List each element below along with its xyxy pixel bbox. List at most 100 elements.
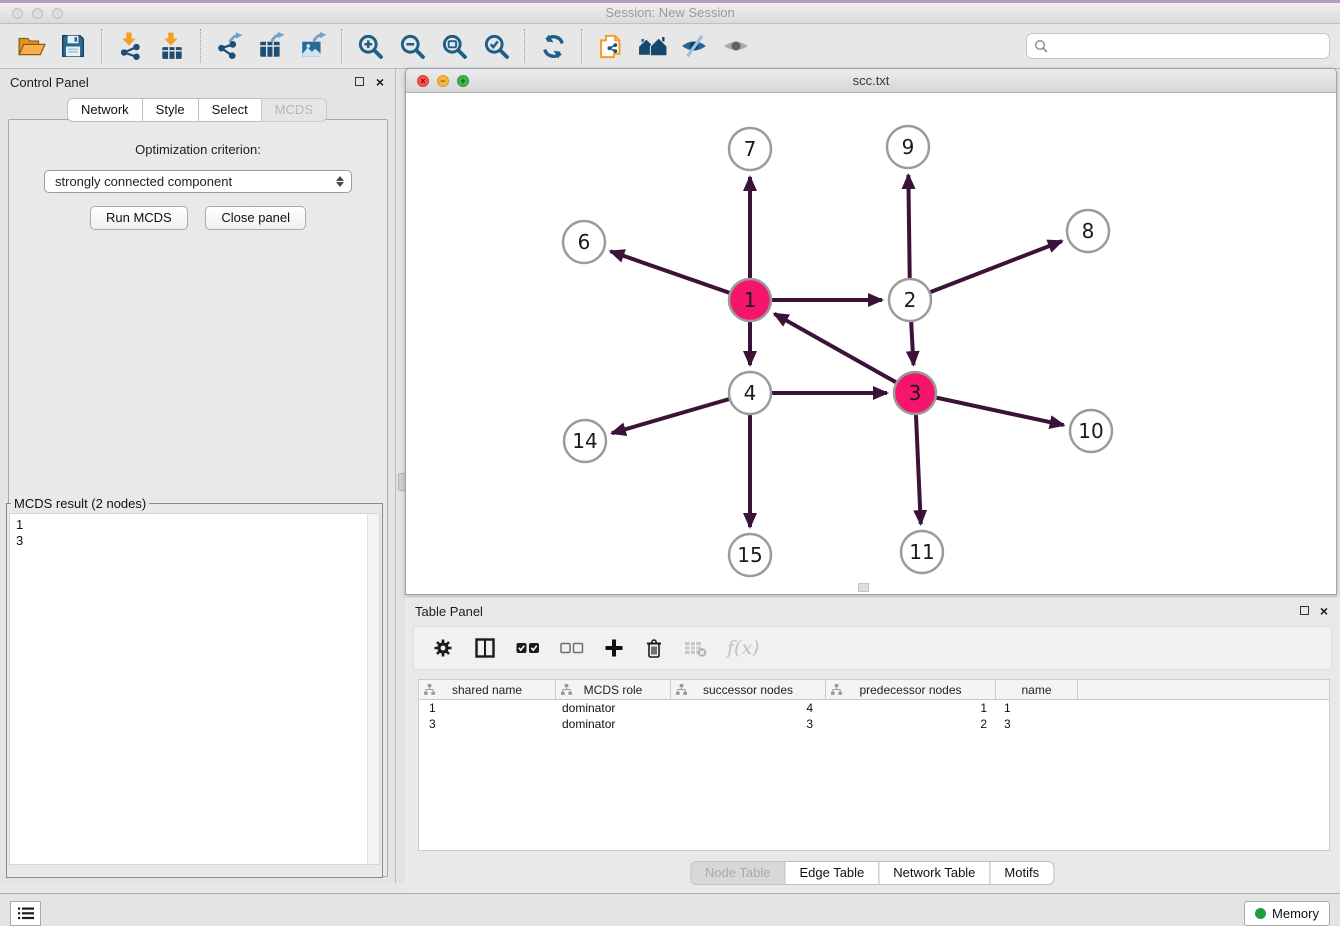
- tab-node-table[interactable]: Node Table: [690, 861, 786, 885]
- delete-table-icon: [684, 639, 707, 657]
- node-label: 6: [578, 230, 591, 254]
- graph-node-2[interactable]: 2: [889, 279, 931, 321]
- column-header-mcds-role[interactable]: MCDS role: [556, 680, 671, 699]
- export-network-icon: [215, 32, 243, 60]
- function-builder-button[interactable]: f(x): [727, 637, 760, 659]
- zoom-out-button[interactable]: [391, 27, 433, 65]
- graph-node-6[interactable]: 6: [563, 221, 605, 263]
- delete-column-button[interactable]: [644, 637, 664, 659]
- graph-node-4[interactable]: 4: [729, 372, 771, 414]
- table-cell[interactable]: 1: [996, 700, 1078, 716]
- search-input[interactable]: [1053, 38, 1322, 55]
- homes-icon: [637, 33, 668, 60]
- delete-table-button[interactable]: [684, 639, 707, 657]
- clone-network-button[interactable]: [589, 27, 631, 65]
- window-close-button[interactable]: [12, 8, 23, 19]
- column-header-name[interactable]: name: [996, 680, 1078, 699]
- table-cell[interactable]: dominator: [556, 716, 671, 732]
- table-row[interactable]: 3dominator323: [419, 716, 1329, 732]
- window-zoom-button[interactable]: [52, 8, 63, 19]
- graph-node-3[interactable]: 3: [894, 372, 936, 414]
- import-network-button[interactable]: [109, 27, 151, 65]
- select-all-button[interactable]: [516, 642, 540, 654]
- export-image-button[interactable]: [292, 27, 334, 65]
- graph-node-15[interactable]: 15: [729, 534, 771, 576]
- plus-icon: [604, 638, 624, 658]
- network-window-titlebar[interactable]: × − + scc.txt: [406, 69, 1336, 93]
- table-toolbar: f(x): [413, 626, 1332, 670]
- network-minimize-button[interactable]: −: [437, 75, 449, 87]
- open-folder-icon: [17, 33, 46, 59]
- table-cell[interactable]: 4: [671, 700, 826, 716]
- search-box[interactable]: [1026, 33, 1330, 59]
- column-header-shared-name[interactable]: shared name: [419, 680, 556, 699]
- graph-node-1[interactable]: 1: [729, 279, 771, 321]
- tab-edge-table[interactable]: Edge Table: [784, 861, 879, 885]
- graph-node-14[interactable]: 14: [564, 420, 606, 462]
- graph-node-11[interactable]: 11: [901, 531, 943, 573]
- tab-select[interactable]: Select: [198, 98, 262, 122]
- graph-node-9[interactable]: 9: [887, 126, 929, 168]
- run-mcds-button[interactable]: Run MCDS: [90, 206, 188, 230]
- zoom-fit-button[interactable]: [433, 27, 475, 65]
- graph-edge-2-8[interactable]: [910, 241, 1062, 300]
- network-canvas[interactable]: 7 9 6 8 1 2 4 3 14 10 15 11: [406, 93, 1336, 594]
- tab-style[interactable]: Style: [142, 98, 199, 122]
- column-header-predecessor-nodes[interactable]: predecessor nodes: [826, 680, 996, 699]
- window-title: Session: New Session: [605, 5, 734, 20]
- close-table-panel-icon[interactable]: ×: [1320, 602, 1328, 620]
- network-scrollbar-handle[interactable]: [858, 583, 869, 592]
- zoom-selected-button[interactable]: [475, 27, 517, 65]
- zoom-fit-icon: [441, 33, 468, 60]
- float-panel-icon[interactable]: [355, 77, 364, 86]
- float-table-panel-icon[interactable]: [1300, 606, 1309, 615]
- export-network-button[interactable]: [208, 27, 250, 65]
- tab-motifs[interactable]: Motifs: [989, 861, 1054, 885]
- graph-edge-3-1[interactable]: [774, 314, 915, 393]
- graph-node-10[interactable]: 10: [1070, 410, 1112, 452]
- table-cell[interactable]: 3: [671, 716, 826, 732]
- home-layout-button[interactable]: [631, 27, 673, 65]
- graph-node-8[interactable]: 8: [1067, 210, 1109, 252]
- window-list-button[interactable]: [10, 901, 41, 926]
- deselect-all-button[interactable]: [560, 642, 584, 654]
- tab-network-table[interactable]: Network Table: [878, 861, 990, 885]
- tab-mcds[interactable]: MCDS: [261, 98, 327, 122]
- open-file-button[interactable]: [10, 27, 52, 65]
- table-cell[interactable]: 1: [419, 700, 556, 716]
- close-panel-icon[interactable]: ×: [376, 73, 384, 91]
- table-cell[interactable]: 1: [826, 700, 996, 716]
- close-panel-button[interactable]: Close panel: [205, 206, 306, 230]
- graph-node-7[interactable]: 7: [729, 128, 771, 170]
- table-cell[interactable]: 3: [419, 716, 556, 732]
- gear-button[interactable]: [432, 637, 454, 659]
- window-minimize-button[interactable]: [32, 8, 43, 19]
- table-cell[interactable]: 3: [996, 716, 1078, 732]
- mcds-result-area[interactable]: 13: [9, 513, 380, 865]
- import-table-button[interactable]: [151, 27, 193, 65]
- show-columns-button[interactable]: [474, 637, 496, 659]
- graph-edge-3-10[interactable]: [915, 393, 1064, 425]
- export-table-button[interactable]: [250, 27, 292, 65]
- node-label: 15: [737, 543, 762, 567]
- toolbar-separator: [200, 29, 201, 63]
- add-column-button[interactable]: [604, 638, 624, 658]
- column-header-label: shared name: [452, 683, 522, 697]
- table-cell[interactable]: dominator: [556, 700, 671, 716]
- save-session-button[interactable]: [52, 27, 94, 65]
- memory-button[interactable]: Memory: [1244, 901, 1330, 926]
- select-stepper-icon: [333, 176, 347, 187]
- show-all-button[interactable]: [715, 27, 757, 65]
- refresh-view-button[interactable]: [532, 27, 574, 65]
- criterion-select[interactable]: strongly connected component: [44, 170, 352, 193]
- network-close-button[interactable]: ×: [417, 75, 429, 87]
- tab-network[interactable]: Network: [67, 98, 143, 122]
- result-scrollbar[interactable]: [367, 514, 379, 864]
- control-panel-title: Control Panel: [10, 75, 89, 90]
- column-header-successor-nodes[interactable]: successor nodes: [671, 680, 826, 699]
- table-cell[interactable]: 2: [826, 716, 996, 732]
- table-row[interactable]: 1dominator411: [419, 700, 1329, 716]
- zoom-in-button[interactable]: [349, 27, 391, 65]
- hide-selected-button[interactable]: [673, 27, 715, 65]
- network-zoom-button[interactable]: +: [457, 75, 469, 87]
